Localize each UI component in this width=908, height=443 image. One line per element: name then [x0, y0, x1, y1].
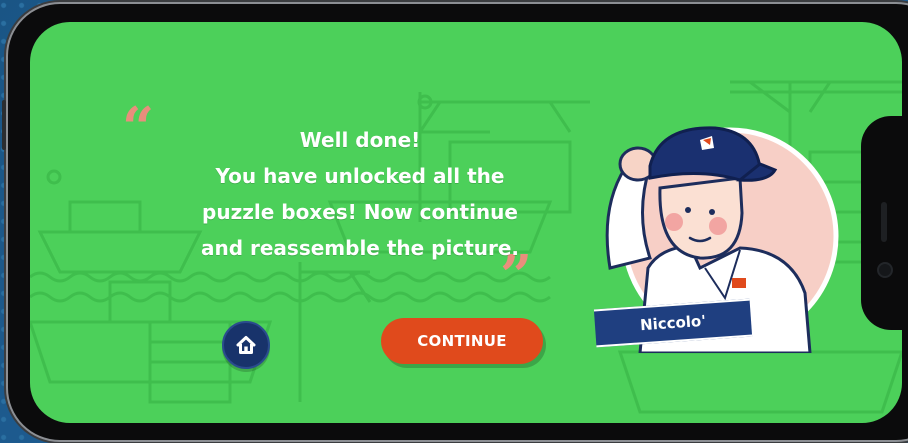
message-line-4: and reassemble the picture. [200, 236, 520, 260]
open-quote-mark: “ [122, 95, 155, 161]
notch-camera [877, 262, 893, 278]
message-line-3: puzzle boxes! Now continue [202, 200, 518, 224]
side-button [2, 100, 6, 150]
completion-message: Well done! You have unlocked all the puz… [170, 122, 550, 266]
game-screen: “ ” Well done! You have unlocked all the… [30, 22, 902, 423]
phone-notch [861, 116, 908, 330]
message-line-2: You have unlocked all the [215, 164, 505, 188]
home-icon [236, 336, 256, 354]
message-line-1: Well done! [299, 128, 421, 152]
home-button[interactable] [222, 321, 270, 369]
continue-button[interactable]: CONTINUE [381, 318, 543, 364]
notch-speaker [881, 202, 887, 242]
